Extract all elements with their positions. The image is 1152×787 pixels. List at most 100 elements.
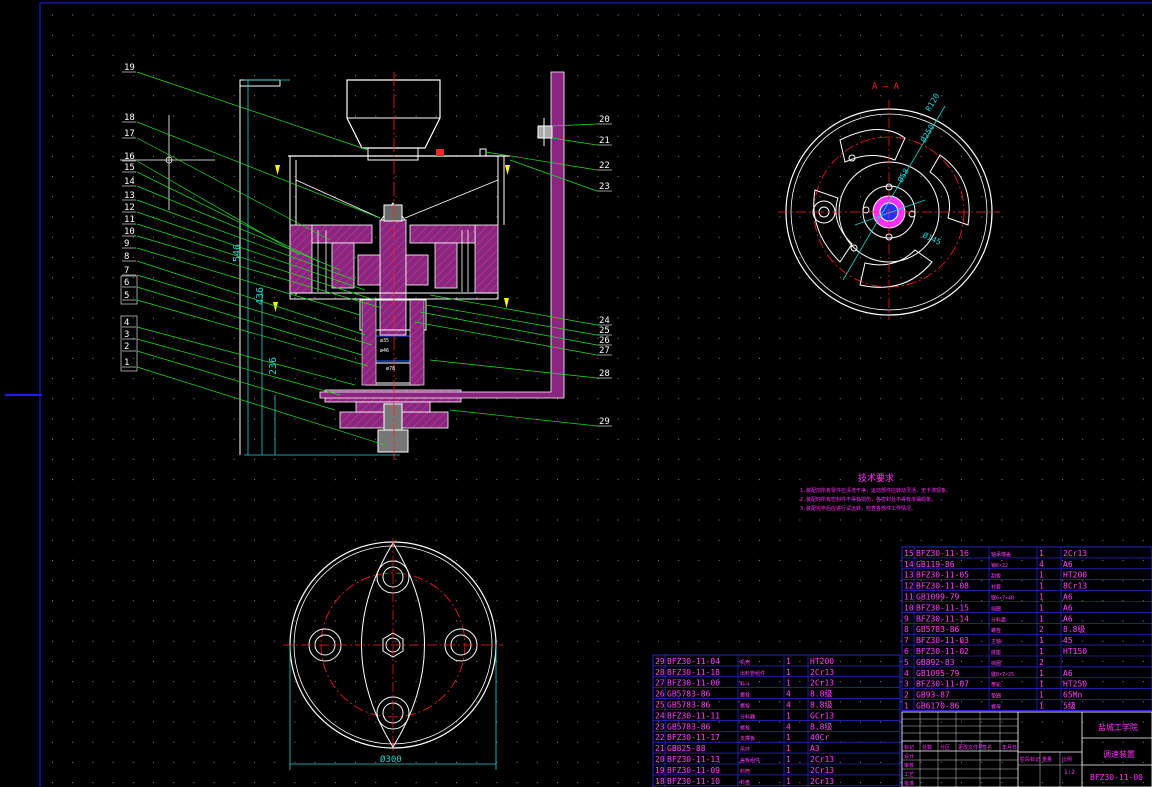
left-label-10: 10 <box>124 227 135 237</box>
bom-right-cell-0-2: 轴承端盖 <box>991 551 1011 558</box>
leader-left-1 <box>136 366 386 446</box>
bom-left-cell-6-3: 4 <box>786 722 791 731</box>
bom-right-cell-4-3: 1 <box>1039 593 1044 602</box>
bom-left-cell-8-1: GB825-88 <box>667 744 706 753</box>
bom-right-cell-7-0: 8 <box>904 625 909 634</box>
bom-right-cell-10-2: 挡圈 <box>991 660 1001 667</box>
right-label-29: 29 <box>599 417 610 427</box>
bom-left-cell-0-3: 1 <box>786 657 791 666</box>
left-label-16: 16 <box>124 152 135 162</box>
bom-right-cell-13-0: 2 <box>904 691 909 700</box>
bom-left-cell-11-4: 2Cr13 <box>810 777 834 786</box>
bom-left-cell-6-0: 23 <box>655 722 665 731</box>
grid-dots <box>52 14 1144 784</box>
leader-left-9 <box>136 247 361 316</box>
bom-right-cell-5-0: 10 <box>904 603 914 612</box>
bom-right-cell-13-3: 1 <box>1039 691 1044 700</box>
bom-right-cell-4-0: 11 <box>904 593 914 602</box>
bom-left-cell-5-3: 1 <box>786 711 791 720</box>
bom-left-cell-4-4: 8.8级 <box>810 700 832 710</box>
bom-right-cell-9-4: HT150 <box>1063 647 1087 656</box>
cad-drawing: ø35 ø46 ø78 1918171615141312111098765432… <box>5 2 1152 787</box>
left-label-3: 3 <box>124 330 129 340</box>
tb-stage-0: 阶段标记 <box>1020 756 1040 763</box>
bom-left-cell-7-3: 1 <box>786 733 791 742</box>
bom-right-cell-1-4: A6 <box>1063 560 1073 569</box>
right-label-22: 22 <box>599 161 610 171</box>
bom-right-cell-7-4: 8.8级 <box>1063 624 1085 634</box>
bom-right-cell-6-1: BFZ30-11-14 <box>916 614 969 623</box>
dim-bottom-diameter: Ø300 <box>380 754 402 765</box>
bom-left-cell-7-0: 22 <box>655 733 665 742</box>
bom-left-cell-8-0: 21 <box>655 744 665 753</box>
dim-upper-height: 436 <box>255 287 266 305</box>
bom-right-cell-8-3: 1 <box>1039 636 1044 645</box>
bom-right-cell-13-1: GB93-87 <box>916 691 950 700</box>
right-label-23: 23 <box>599 182 610 192</box>
leader-right-22 <box>485 151 598 171</box>
bom-right-cell-4-1: GB1099-79 <box>916 593 960 602</box>
leader-right-27 <box>414 321 598 356</box>
bom-left-cell-3-1: GB5783-86 <box>667 690 711 699</box>
bottom-view: Ø300 <box>283 538 503 770</box>
bom-right-cell-5-2: 挡圈 <box>991 605 1001 612</box>
bom-right-cell-10-3: 2 <box>1039 658 1044 667</box>
title-block: 盐城工学院 调速装置 BFZ30-11-00 1:2 标记 处数 分区 更改文件号签名… <box>901 711 1152 787</box>
grid-dot-field <box>52 14 1144 784</box>
svg-text:ø78: ø78 <box>386 366 395 372</box>
bom-left-cell-7-4: 40Cr <box>810 733 829 742</box>
bom-left-cell-5-0: 24 <box>655 711 665 720</box>
bom-right-cell-14-4: 5级 <box>1063 701 1076 711</box>
bom-left-cell-0-4: HT200 <box>810 657 834 666</box>
bom-right-cell-13-4: 65Mn <box>1063 691 1082 700</box>
bom-right-cell-12-4: HT250 <box>1063 680 1087 689</box>
left-label-8: 8 <box>124 252 129 262</box>
left-label-4: 4 <box>124 318 129 328</box>
tb-header-3: 更改文件号 <box>958 744 983 751</box>
bom-left-cell-1-4: 2Cr13 <box>810 668 834 677</box>
dim-section-3: Ø145 <box>921 230 943 247</box>
left-label-6: 6 <box>124 278 129 288</box>
bom-right-cell-2-3: 1 <box>1039 571 1044 580</box>
bom-left-cell-2-1: BFZ30-11-06 <box>667 679 720 688</box>
tb-header-4: 签名 <box>982 744 992 751</box>
bom-left-cell-9-0: 20 <box>655 755 665 764</box>
bom-left-cell-11-1: BFZ30-11-10 <box>667 777 720 786</box>
left-label-9: 9 <box>124 239 129 249</box>
left-label-11: 11 <box>124 215 135 225</box>
bom-right-cell-4-2: 键6×7×40 <box>991 595 1014 602</box>
bom-left-cell-11-2: 料盘 <box>740 779 750 786</box>
bom-left-cell-9-3: 1 <box>786 755 791 764</box>
drawing-name: 调速装置 <box>1103 749 1135 759</box>
front-sectional-view: ø35 ø46 ø78 <box>120 71 565 462</box>
left-label-7: 7 <box>124 266 129 276</box>
drawing-scale: 1:2 <box>1064 769 1075 776</box>
svg-text:ø35: ø35 <box>380 338 389 344</box>
right-label-27: 27 <box>599 346 610 356</box>
bom-left-cell-7-2: 支撑板 <box>740 735 755 742</box>
bom-right-cell-1-3: 4 <box>1039 560 1044 569</box>
bom-left-cell-2-2: 料斗 <box>740 681 750 688</box>
left-label-15: 15 <box>124 163 135 173</box>
dim-lower-height: 236 <box>268 357 279 375</box>
bom-right-cell-2-4: HT200 <box>1063 571 1087 580</box>
right-label-24: 24 <box>599 316 610 326</box>
bom-left-cell-11-3: 1 <box>786 777 791 786</box>
bom-right-cell-5-4: A6 <box>1063 603 1073 612</box>
bom-left-cell-11-0: 18 <box>655 777 665 786</box>
bom-left-cell-5-4: GCr13 <box>810 711 834 720</box>
leader-left-15 <box>136 171 321 263</box>
bom-right-cell-0-4: 2Cr13 <box>1063 549 1087 558</box>
bom-left-cell-4-3: 4 <box>786 701 791 710</box>
bom-left-cell-9-1: BFZ30-11-13 <box>667 755 720 764</box>
bom-right-cell-12-1: BFZ30-11-07 <box>916 680 969 689</box>
left-part-labels: 19 18 17 1615 14 13 12 11 10 9 8 7 6 5 4 3 2 1 <box>120 63 138 372</box>
tb-stage-1: 重量 <box>1042 756 1052 763</box>
bom-left-cell-2-0: 27 <box>655 679 665 688</box>
svg-text:ø46: ø46 <box>380 348 389 354</box>
right-label-28: 28 <box>599 369 610 379</box>
bom-right-cell-3-3: 1 <box>1039 582 1044 591</box>
bom-left-cell-3-2: 螺栓 <box>740 692 750 699</box>
bom-right-cell-0-3: 1 <box>1039 549 1044 558</box>
bom-left-cell-7-1: BFZ30-11-17 <box>667 733 720 742</box>
